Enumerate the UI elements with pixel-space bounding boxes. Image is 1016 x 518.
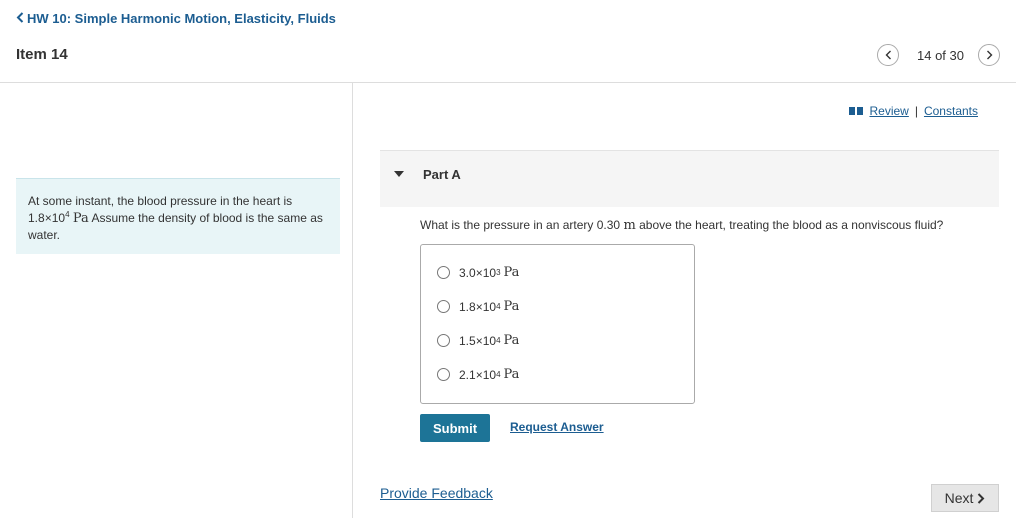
choice-times: × xyxy=(475,299,483,314)
previous-item-button[interactable] xyxy=(877,44,899,66)
problem-times: × xyxy=(44,211,52,225)
question-text: What is the pressure in an artery 0.30 m… xyxy=(420,218,943,233)
next-button[interactable]: Next xyxy=(931,484,999,512)
choice-unit: Pa xyxy=(503,299,520,314)
choice-unit: Pa xyxy=(503,265,520,280)
column-divider xyxy=(352,83,353,518)
choice-unit: Pa xyxy=(503,367,520,382)
next-item-button[interactable] xyxy=(978,44,1000,66)
radio-button[interactable] xyxy=(437,266,450,279)
link-separator: | xyxy=(914,104,918,118)
choice-option[interactable]: 3.0 × 10 3 Pa xyxy=(437,265,519,280)
item-title: Item 14 xyxy=(16,46,68,63)
header-divider xyxy=(0,82,1016,83)
part-a-header[interactable]: Part A xyxy=(380,150,999,207)
choice-times: × xyxy=(475,333,483,348)
radio-button[interactable] xyxy=(437,334,450,347)
question-before: What is the pressure in an artery 0.30 xyxy=(420,218,621,232)
problem-base: 10 xyxy=(51,211,66,225)
question-after: above the heart, treating the blood as a… xyxy=(639,218,944,232)
problem-text-before: At some instant, the blood pressure in t… xyxy=(28,194,293,208)
resource-links: Review | Constants xyxy=(849,104,978,118)
answer-choices: 3.0 × 10 3 Pa 1.8 × 10 4 Pa 1.5 × 10 4 Pa 2.1 × 10 4… xyxy=(420,244,695,404)
choice-mantissa: 1.5 xyxy=(459,333,476,348)
choice-base: 10 xyxy=(482,299,497,314)
chevron-left-icon xyxy=(885,50,891,60)
pager-position: 14 of 30 xyxy=(917,47,964,63)
chevron-left-icon xyxy=(16,12,24,25)
chevron-right-icon xyxy=(986,50,992,60)
choice-times: × xyxy=(475,265,483,280)
problem-exponent: 4 xyxy=(65,210,70,219)
choice-option[interactable]: 2.1 × 10 4 Pa xyxy=(437,367,519,382)
choice-base: 10 xyxy=(482,333,497,348)
choice-mantissa: 1.8 xyxy=(459,299,476,314)
choice-unit: Pa xyxy=(503,333,520,348)
caret-down-icon[interactable] xyxy=(394,171,404,177)
radio-button[interactable] xyxy=(437,300,450,313)
problem-mantissa: 1.8 xyxy=(28,211,45,225)
choice-base: 10 xyxy=(482,367,497,382)
constants-link[interactable]: Constants xyxy=(924,104,978,118)
question-unit: m xyxy=(623,218,636,233)
part-label: Part A xyxy=(423,167,461,182)
choice-option[interactable]: 1.8 × 10 4 Pa xyxy=(437,299,519,314)
request-answer-link[interactable]: Request Answer xyxy=(510,420,604,434)
choice-option[interactable]: 1.5 × 10 4 Pa xyxy=(437,333,519,348)
choice-base: 10 xyxy=(482,265,497,280)
submit-button[interactable]: Submit xyxy=(420,414,490,442)
radio-button[interactable] xyxy=(437,368,450,381)
review-link[interactable]: Review xyxy=(869,104,908,118)
book-icon xyxy=(849,107,864,115)
next-button-label: Next xyxy=(944,490,974,506)
problem-unit: Pa xyxy=(72,211,89,226)
problem-statement: At some instant, the blood pressure in t… xyxy=(16,178,340,254)
chevron-right-icon xyxy=(978,492,985,504)
choice-times: × xyxy=(475,367,483,382)
back-to-assignment-link[interactable]: HW 10: Simple Harmonic Motion, Elasticit… xyxy=(16,11,336,26)
choice-mantissa: 2.1 xyxy=(459,367,476,382)
choice-mantissa: 3.0 xyxy=(459,265,476,280)
assignment-title: HW 10: Simple Harmonic Motion, Elasticit… xyxy=(27,11,336,26)
item-pager: 14 of 30 xyxy=(877,44,1000,66)
provide-feedback-link[interactable]: Provide Feedback xyxy=(380,485,493,501)
